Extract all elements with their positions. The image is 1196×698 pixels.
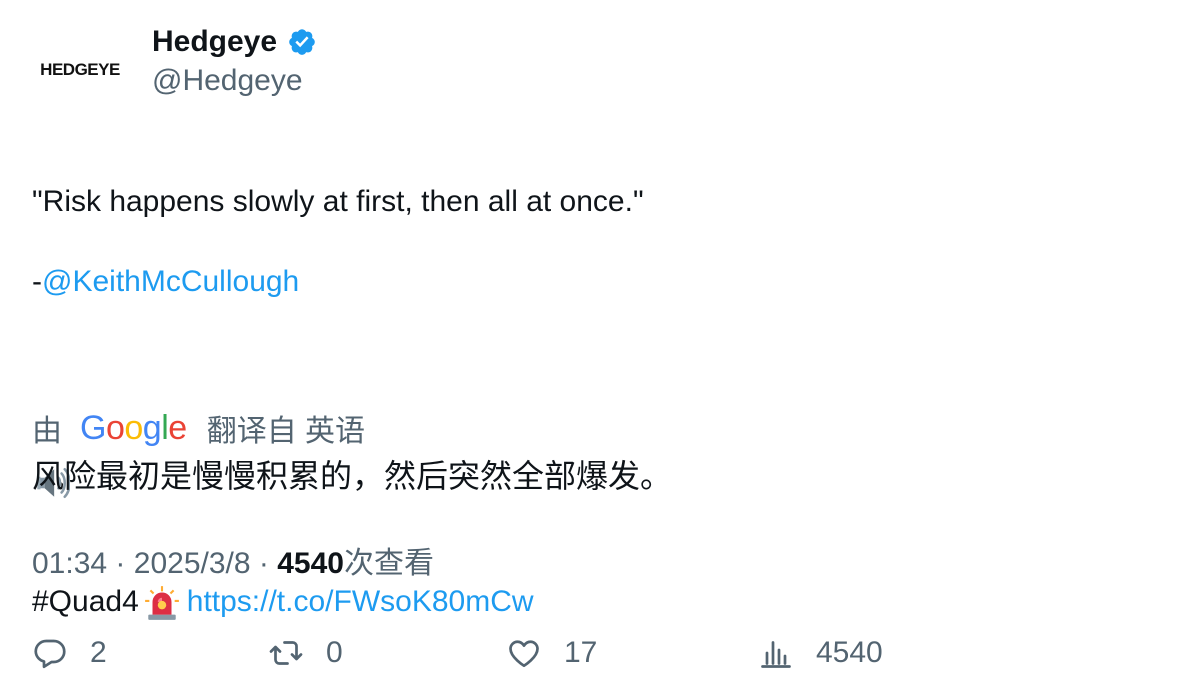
tweet-meta: 01:34 · 2025/3/8 · 4540次查看 bbox=[32, 544, 434, 584]
action-bar: 2 0 17 4540 bbox=[32, 628, 1132, 678]
avatar-logo-text: HEDGEYE bbox=[40, 60, 120, 79]
like-button[interactable]: 17 bbox=[506, 628, 597, 678]
translation-attribution: 由 Google 翻译自 英语 bbox=[32, 406, 365, 450]
views-count: 4540 bbox=[277, 547, 344, 580]
retweet-button[interactable]: 0 bbox=[268, 628, 343, 678]
display-name[interactable]: Hedgeye bbox=[152, 25, 277, 59]
hashtag-line: #Quad4 https://t.co/FWsoK80mCw bbox=[32, 582, 644, 622]
verified-badge-icon[interactable] bbox=[287, 27, 317, 57]
translated-text: 风险最初是慢慢积累的，然后突然全部爆发。 bbox=[32, 458, 673, 494]
name-row: Hedgeye bbox=[152, 22, 317, 62]
reply-button[interactable]: 2 bbox=[32, 628, 107, 678]
meta-separator-2: · bbox=[258, 547, 269, 580]
avatar[interactable]: HEDGEYE bbox=[32, 22, 128, 118]
tweet-date[interactable]: 2025/3/8 bbox=[134, 547, 251, 580]
tweet-text: "Risk happens slowly at first, then all … bbox=[32, 142, 644, 662]
author-block: Hedgeye @Hedgeye bbox=[152, 22, 317, 100]
tweet-url-link[interactable]: https://t.co/FWsoK80mCw bbox=[187, 585, 534, 618]
quote-line: "Risk happens slowly at first, then all … bbox=[32, 185, 644, 218]
mention-link[interactable]: @KeithMcCullough bbox=[42, 265, 299, 298]
meta-separator: · bbox=[115, 547, 126, 580]
siren-icon bbox=[144, 586, 179, 620]
analytics-icon bbox=[761, 641, 791, 668]
attribution-line: -@KeithMcCullough bbox=[32, 262, 644, 302]
views-label: 次查看 bbox=[343, 547, 434, 580]
reply-icon bbox=[34, 639, 66, 669]
blank-line-2 bbox=[32, 502, 644, 542]
retweet-count: 0 bbox=[326, 636, 343, 669]
views-action-count: 4540 bbox=[816, 636, 883, 669]
google-logo[interactable]: Google bbox=[80, 409, 187, 448]
translation-prefix: 由 bbox=[32, 415, 62, 448]
handle[interactable]: @Hedgeye bbox=[152, 62, 317, 100]
attribution-dash: - bbox=[32, 265, 42, 298]
tweet-card: HEDGEYE Hedgeye @Hedgeye "Risk happens s… bbox=[0, 0, 1196, 698]
translation-suffix: 翻译自 英语 bbox=[206, 415, 366, 448]
retweet-icon bbox=[269, 641, 303, 665]
tweet-time[interactable]: 01:34 bbox=[32, 547, 107, 580]
like-count: 17 bbox=[564, 636, 598, 669]
views-button[interactable]: 4540 bbox=[758, 628, 883, 678]
reply-count: 2 bbox=[90, 636, 107, 669]
heart-icon bbox=[509, 640, 539, 668]
hashtag-text[interactable]: #Quad4 bbox=[32, 585, 139, 618]
